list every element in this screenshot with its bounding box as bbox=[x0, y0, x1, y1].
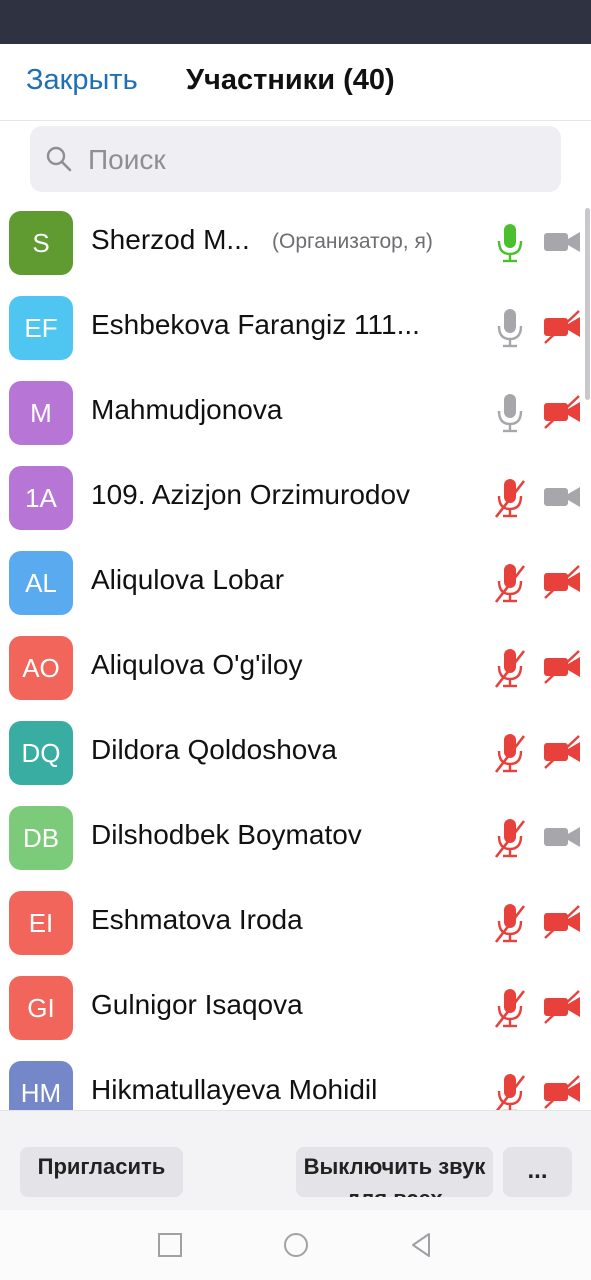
participant-row[interactable]: DB Dilshodbek Boymatov bbox=[0, 795, 591, 880]
participants-list: S Sherzod M... (Организатор, я) EF Eshbekova… bbox=[0, 200, 591, 1110]
video-camera-off-icon[interactable] bbox=[543, 649, 581, 685]
participant-row[interactable]: M Mahmudjonova bbox=[0, 370, 591, 455]
participant-name: Hikmatullayeva Mohidil bbox=[91, 1074, 378, 1105]
participant-row[interactable]: AO Aliqulova O'g'iloy bbox=[0, 625, 591, 710]
bottom-action-bar: Пригласить Выключить звук для всех ... bbox=[0, 1110, 591, 1211]
microphone-muted-icon[interactable] bbox=[494, 817, 526, 859]
avatar: AL bbox=[9, 551, 73, 615]
participant-row[interactable]: HM Hikmatullayeva Mohidil bbox=[0, 1050, 591, 1110]
microphone-muted-icon[interactable] bbox=[494, 647, 526, 689]
participant-name: Aliqulova O'g'iloy bbox=[91, 649, 303, 680]
avatar: GI bbox=[9, 976, 73, 1040]
mute-all-button[interactable]: Выключить звук для всех bbox=[296, 1147, 493, 1197]
more-button[interactable]: ... bbox=[503, 1147, 572, 1197]
video-camera-off-icon[interactable] bbox=[543, 394, 581, 430]
avatar: EI bbox=[9, 891, 73, 955]
system-nav-bar bbox=[0, 1210, 591, 1280]
home-icon[interactable] bbox=[281, 1230, 311, 1260]
video-camera-icon[interactable] bbox=[543, 224, 581, 260]
microphone-muted-icon[interactable] bbox=[494, 902, 526, 944]
microphone-icon[interactable] bbox=[494, 222, 526, 264]
video-camera-off-icon[interactable] bbox=[543, 309, 581, 345]
participant-row[interactable]: 1A 109. Azizjon Orzimurodov bbox=[0, 455, 591, 540]
participant-row[interactable]: EI Eshmatova Iroda bbox=[0, 880, 591, 965]
status-bar bbox=[0, 0, 591, 44]
avatar: EF bbox=[9, 296, 73, 360]
search-box[interactable] bbox=[30, 126, 561, 194]
avatar: AO bbox=[9, 636, 73, 700]
participant-row[interactable]: S Sherzod M... (Организатор, я) bbox=[0, 200, 591, 285]
participant-row[interactable]: GI Gulnigor Isaqova bbox=[0, 965, 591, 1050]
microphone-muted-icon[interactable] bbox=[494, 1072, 526, 1110]
video-camera-off-icon[interactable] bbox=[543, 734, 581, 770]
participant-name: 109. Azizjon Orzimurodov bbox=[91, 479, 411, 510]
search-icon bbox=[46, 146, 72, 172]
avatar: 1A bbox=[9, 466, 73, 530]
back-icon[interactable] bbox=[407, 1230, 437, 1260]
video-camera-icon[interactable] bbox=[543, 479, 581, 515]
invite-button[interactable]: Пригласить bbox=[20, 1147, 183, 1197]
participant-row[interactable]: EF Eshbekova Farangiz 111... bbox=[0, 285, 591, 370]
participant-name: Dildora Qoldoshova bbox=[91, 734, 337, 765]
microphone-muted-icon[interactable] bbox=[494, 987, 526, 1029]
participant-name: Eshmatova Iroda bbox=[91, 904, 303, 935]
microphone-icon[interactable] bbox=[494, 392, 526, 434]
participant-name: Sherzod M... bbox=[91, 224, 250, 255]
video-camera-icon[interactable] bbox=[543, 819, 581, 855]
participant-name: Aliqulova Lobar bbox=[91, 564, 285, 595]
participants-header: Закрыть Участники (40) bbox=[0, 44, 591, 121]
avatar: DQ bbox=[9, 721, 73, 785]
avatar: S bbox=[9, 211, 73, 275]
video-camera-off-icon[interactable] bbox=[543, 564, 581, 600]
participant-row[interactable]: AL Aliqulova Lobar bbox=[0, 540, 591, 625]
search-input[interactable] bbox=[86, 126, 550, 194]
close-button[interactable]: Закрыть bbox=[26, 64, 138, 97]
page-title: Участники (40) bbox=[186, 64, 395, 96]
participant-name: Gulnigor Isaqova bbox=[91, 989, 303, 1020]
recent-apps-icon[interactable] bbox=[155, 1230, 185, 1260]
scrollbar[interactable] bbox=[585, 208, 590, 400]
avatar: M bbox=[9, 381, 73, 445]
participant-name: Eshbekova Farangiz 111... bbox=[91, 309, 420, 340]
avatar: DB bbox=[9, 806, 73, 870]
microphone-muted-icon[interactable] bbox=[494, 732, 526, 774]
video-camera-off-icon[interactable] bbox=[543, 989, 581, 1025]
participant-name: Mahmudjonova bbox=[91, 394, 283, 425]
video-camera-off-icon[interactable] bbox=[543, 1074, 581, 1110]
microphone-muted-icon[interactable] bbox=[494, 562, 526, 604]
microphone-icon[interactable] bbox=[494, 307, 526, 349]
participant-row[interactable]: DQ Dildora Qoldoshova bbox=[0, 710, 591, 795]
participant-role: (Организатор, я) bbox=[272, 230, 433, 253]
video-camera-off-icon[interactable] bbox=[543, 904, 581, 940]
microphone-muted-icon[interactable] bbox=[494, 477, 526, 519]
participant-name: Dilshodbek Boymatov bbox=[91, 819, 362, 850]
avatar: HM bbox=[9, 1061, 73, 1110]
